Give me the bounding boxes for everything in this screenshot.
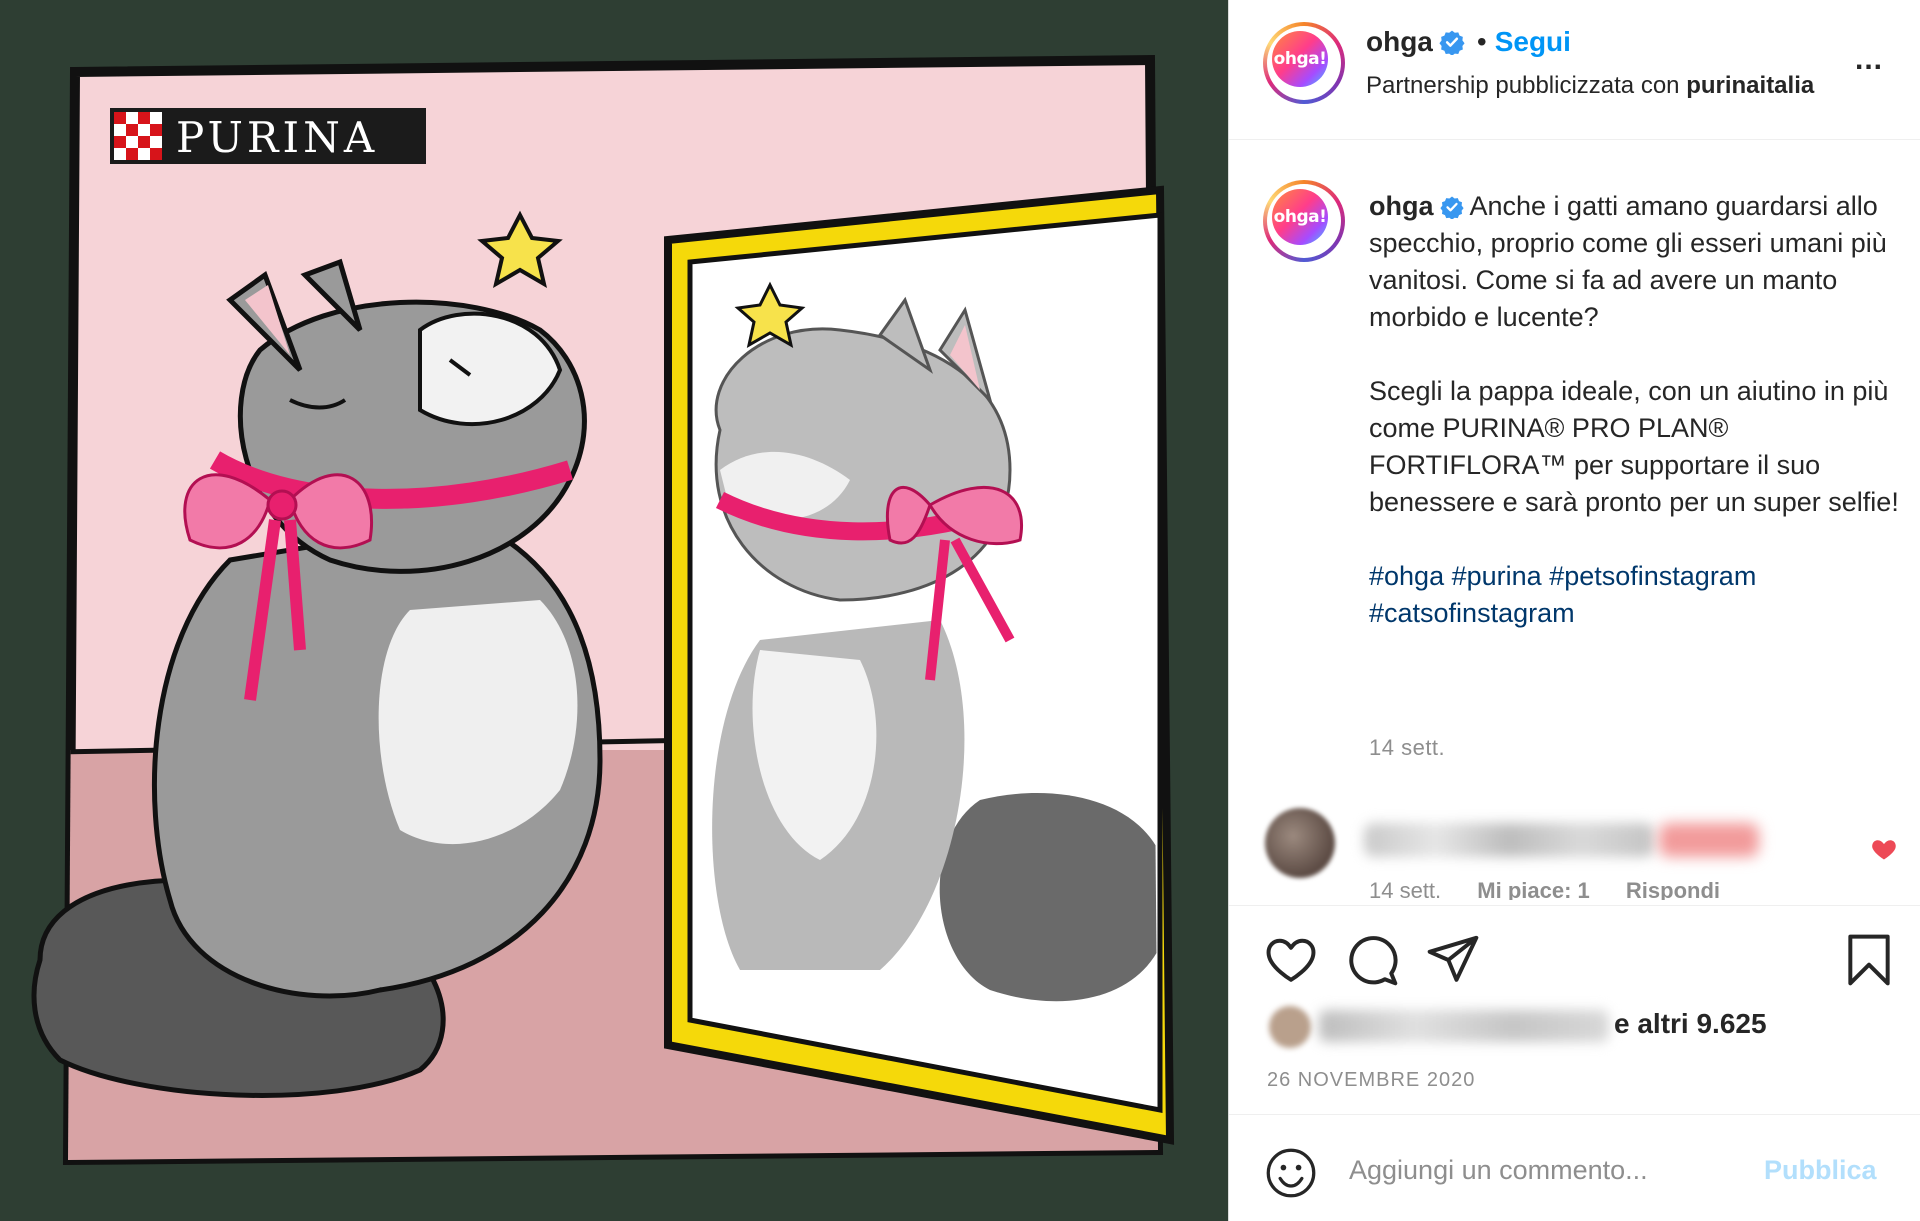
post-header: ohga! ohga • Segui Partnership pubblicizza…: [1229, 0, 1920, 140]
hashtag-link[interactable]: #ohga: [1369, 561, 1444, 591]
caption-avatar[interactable]: ohga!: [1263, 180, 1345, 262]
hashtag-link[interactable]: #catsofinstagram: [1369, 598, 1575, 628]
publish-button[interactable]: Pubblica: [1764, 1155, 1877, 1186]
comment-meta: 14 sett. Mi piace: 1 Rispondi: [1369, 878, 1750, 900]
caption-time[interactable]: 14 sett.: [1369, 735, 1445, 761]
hashtag-link[interactable]: #purina: [1452, 561, 1542, 591]
liker-avatar: [1269, 1006, 1311, 1048]
blurred-comment-emoji: [1659, 823, 1759, 857]
verified-badge-icon: [1439, 196, 1464, 219]
comment-item: 14 sett. Mi piace: 1 Rispondi: [1229, 790, 1920, 900]
hashtags: #ohga #purina #petsofinstagram #catsofin…: [1369, 558, 1909, 632]
post-actions: e altri 9.625 26 NOVEMBRE 2020: [1229, 905, 1920, 1110]
save-bookmark-icon[interactable]: [1841, 932, 1897, 988]
follow-button[interactable]: Segui: [1495, 26, 1571, 57]
more-options-icon[interactable]: ...: [1855, 45, 1883, 75]
likes-summary[interactable]: e altri 9.625: [1269, 1006, 1909, 1050]
comment-reply-button[interactable]: Rispondi: [1626, 878, 1720, 900]
blurred-comment-text: [1364, 823, 1654, 857]
comment-likes[interactable]: Mi piace: 1: [1477, 878, 1589, 900]
partnership-prefix: Partnership pubblicizzata con: [1366, 72, 1680, 99]
commenter-avatar[interactable]: [1265, 808, 1335, 878]
caption-text: ohga Anche i gatti amano guardarsi allo s…: [1369, 188, 1909, 632]
add-comment-bar: Pubblica: [1229, 1114, 1920, 1221]
comment-liked-heart-icon[interactable]: [1870, 835, 1898, 863]
post-image[interactable]: PURINA: [0, 0, 1228, 1221]
header-line: ohga • Segui: [1366, 26, 1571, 58]
comment-input[interactable]: [1349, 1145, 1769, 1195]
hashtag-link[interactable]: #petsofinstagram: [1549, 561, 1756, 591]
verified-badge-icon: [1439, 30, 1465, 55]
svg-text:PURINA: PURINA: [176, 113, 378, 162]
avatar-logo: ohga!: [1272, 189, 1328, 245]
comment-icon[interactable]: [1344, 932, 1400, 988]
username-link[interactable]: ohga: [1366, 26, 1433, 57]
caption-paragraph-2: Scegli la pappa ideale, con un aiutino i…: [1369, 376, 1899, 517]
comment-time[interactable]: 14 sett.: [1369, 878, 1441, 900]
partner-link[interactable]: purinaitalia: [1686, 72, 1814, 99]
purina-logo: PURINA: [110, 108, 426, 164]
like-heart-icon[interactable]: [1263, 932, 1319, 988]
avatar[interactable]: ohga!: [1263, 22, 1345, 104]
post-side-panel: ohga! ohga • Segui Partnership pubblicizza…: [1228, 0, 1920, 1221]
caption-username-link[interactable]: ohga: [1369, 191, 1434, 221]
share-icon[interactable]: [1425, 932, 1481, 988]
cat-mirror-illustration: PURINA: [31, 54, 1175, 1166]
separator-dot: •: [1476, 26, 1487, 57]
emoji-icon[interactable]: [1265, 1147, 1317, 1199]
likes-count[interactable]: e altri 9.625: [1614, 1008, 1767, 1040]
partnership-label: Partnership pubblicizzata con purinaital…: [1366, 72, 1814, 100]
post-date[interactable]: 26 NOVEMBRE 2020: [1267, 1069, 1475, 1092]
avatar-logo: ohga!: [1272, 31, 1328, 87]
blurred-liker-names: [1319, 1010, 1609, 1042]
